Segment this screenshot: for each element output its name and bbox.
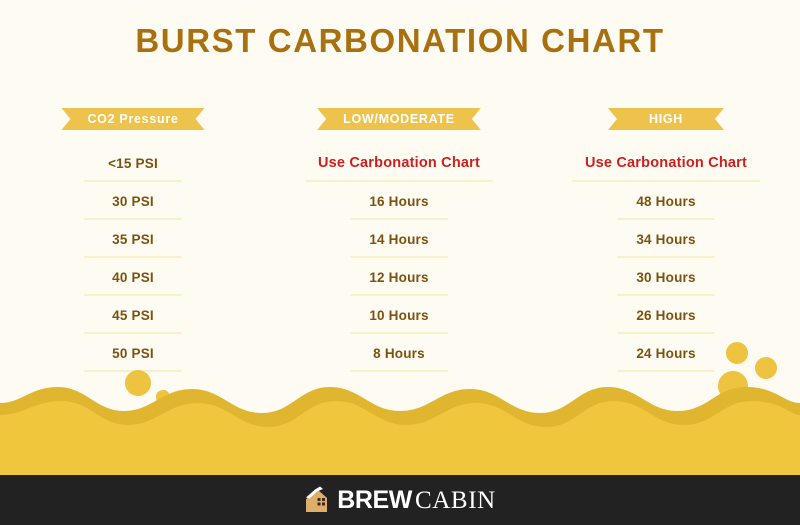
logo-wordmark: BREW CABIN bbox=[337, 486, 496, 515]
column-header-label: CO2 Pressure bbox=[87, 112, 179, 126]
table-row: 8 Hours bbox=[344, 334, 454, 372]
table-column-low-moderate: LOW/MODERATE Use Carbonation Chart 16 Ho… bbox=[266, 108, 532, 372]
column-rows: <15 PSI 30 PSI 35 PSI 40 PSI 45 PSI 50 P… bbox=[0, 144, 266, 372]
column-header-high: HIGH bbox=[608, 108, 724, 130]
bubble bbox=[726, 342, 748, 364]
column-header-label: HIGH bbox=[648, 112, 684, 126]
table-row: 48 Hours bbox=[611, 182, 721, 220]
carbonation-table: CO2 Pressure <15 PSI 30 PSI 35 PSI 40 PS… bbox=[0, 108, 800, 372]
table-row: 34 Hours bbox=[611, 220, 721, 258]
table-row: 45 PSI bbox=[78, 296, 188, 334]
bubble bbox=[755, 357, 777, 379]
brand-logo[interactable]: BREW CABIN bbox=[304, 485, 496, 515]
table-row: 35 PSI bbox=[78, 220, 188, 258]
table-row-note: Use Carbonation Chart bbox=[299, 144, 499, 182]
table-row: 26 Hours bbox=[611, 296, 721, 334]
column-rows: Use Carbonation Chart 48 Hours 34 Hours … bbox=[532, 144, 800, 372]
cabin-icon bbox=[306, 486, 328, 512]
table-row: 10 Hours bbox=[344, 296, 454, 334]
table-row: 40 PSI bbox=[78, 258, 188, 296]
table-row-note: Use Carbonation Chart bbox=[566, 144, 766, 182]
page-title: BURST CARBONATION CHART bbox=[135, 22, 665, 59]
table-row: 30 PSI bbox=[78, 182, 188, 220]
table-column-high: HIGH Use Carbonation Chart 48 Hours 34 H… bbox=[532, 108, 800, 372]
bubble bbox=[125, 370, 151, 396]
table-row: <15 PSI bbox=[78, 144, 188, 182]
table-row: 24 Hours bbox=[611, 334, 721, 372]
table-row: 50 PSI bbox=[78, 334, 188, 372]
logo-primary-text: BREW bbox=[337, 485, 412, 514]
logo-secondary-text: CABIN bbox=[414, 486, 496, 514]
infographic-root: BURST CARBONATION CHART CO2 Pressure <15… bbox=[0, 0, 800, 525]
bubble bbox=[156, 390, 170, 404]
column-header-low-moderate: LOW/MODERATE bbox=[317, 108, 481, 130]
table-row: 16 Hours bbox=[344, 182, 454, 220]
table-row: 12 Hours bbox=[344, 258, 454, 296]
column-header-label: LOW/MODERATE bbox=[343, 112, 455, 126]
footer-bar: BREW CABIN bbox=[0, 475, 800, 525]
bubble bbox=[718, 371, 748, 401]
table-row: 14 Hours bbox=[344, 220, 454, 258]
column-header-co2-pressure: CO2 Pressure bbox=[61, 108, 204, 130]
table-column-co2-pressure: CO2 Pressure <15 PSI 30 PSI 35 PSI 40 PS… bbox=[0, 108, 266, 372]
column-rows: Use Carbonation Chart 16 Hours 14 Hours … bbox=[266, 144, 532, 372]
table-row: 30 Hours bbox=[611, 258, 721, 296]
